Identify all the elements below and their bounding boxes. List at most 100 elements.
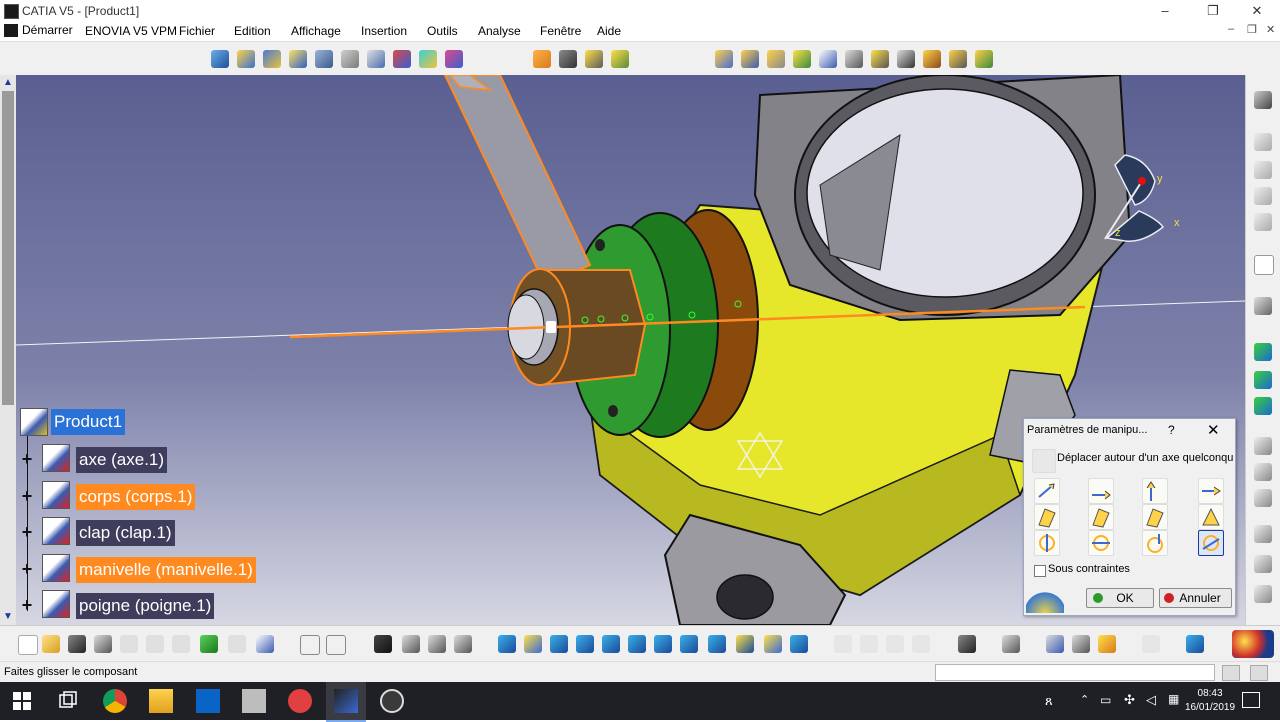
chrome-icon[interactable] (103, 689, 127, 713)
windows-start-icon[interactable] (11, 689, 35, 713)
table-icon[interactable] (374, 635, 392, 653)
zoom-in-icon[interactable] (602, 635, 620, 653)
translate-along-axis-icon[interactable] (1198, 478, 1224, 504)
update-icon[interactable] (1142, 635, 1160, 653)
rotate-y-icon[interactable] (1088, 530, 1114, 556)
snap-icon[interactable] (315, 50, 333, 68)
constraint-icon[interactable] (1254, 397, 1272, 415)
doc-close-button[interactable]: ✕ (1266, 23, 1275, 36)
scroll-down-icon[interactable]: ▼ (3, 611, 13, 622)
save-management-icon[interactable] (949, 50, 967, 68)
view-icon[interactable] (1254, 213, 1272, 231)
rotate-z-icon[interactable] (1142, 530, 1168, 556)
menu-aide[interactable]: Aide (597, 24, 621, 38)
file-explorer-icon[interactable] (149, 689, 173, 713)
text-icon[interactable] (1254, 555, 1272, 573)
new-document-icon[interactable] (18, 635, 38, 655)
new-part-icon[interactable] (237, 50, 255, 68)
move-icon[interactable] (793, 50, 811, 68)
options-gear-icon[interactable] (1254, 91, 1272, 109)
menu-affichage[interactable]: Affichage (291, 24, 341, 38)
menu-insertion[interactable]: Insertion (361, 24, 407, 38)
menu-demarrer[interactable]: Démarrer (0, 21, 79, 40)
numbering-icon[interactable] (897, 50, 915, 68)
section-icon[interactable] (1046, 635, 1064, 653)
analysis-icon[interactable] (1254, 463, 1272, 481)
assembly-constraint-icon[interactable] (211, 50, 229, 68)
design-table-icon[interactable] (454, 635, 472, 653)
disabled-tool-icon[interactable] (860, 635, 878, 653)
rotate-icon[interactable] (1254, 297, 1272, 315)
menu-fenetre[interactable]: Fenêtre (540, 24, 581, 38)
formula-icon[interactable] (300, 635, 320, 655)
disabled-tool-icon[interactable] (912, 635, 930, 653)
menu-analyse[interactable]: Analyse (478, 24, 521, 38)
network-icon[interactable]: ✣ (1124, 692, 1135, 708)
measure-icon[interactable] (1254, 525, 1272, 543)
coincidence-icon[interactable] (559, 50, 577, 68)
drive-icon[interactable] (242, 689, 266, 713)
tree-node-manivelle[interactable]: manivelle (manivelle.1) (76, 557, 256, 583)
move-along-axis-icon[interactable] (1032, 449, 1056, 473)
no-entry-icon[interactable] (288, 689, 312, 713)
select-arrow-icon[interactable] (1254, 255, 1274, 275)
reorder-icon[interactable] (819, 50, 837, 68)
catia-task-button[interactable] (326, 682, 366, 722)
outlook-icon[interactable] (196, 689, 220, 713)
scrollbar-thumb[interactable] (2, 91, 14, 405)
bill-of-material-icon[interactable] (445, 50, 463, 68)
keyboard-icon[interactable]: ▦ (1168, 692, 1179, 706)
zoom-out-icon[interactable] (628, 635, 646, 653)
translate-xz-plane-icon[interactable] (1142, 504, 1168, 530)
disabled-tool-icon[interactable] (886, 635, 904, 653)
catalog-browser-icon[interactable] (428, 635, 446, 653)
scroll-up-icon[interactable]: ▲ (3, 77, 13, 88)
doc-restore-button[interactable]: ❐ (1247, 23, 1257, 36)
ok-button[interactable]: OK (1086, 588, 1154, 608)
expand-icon[interactable]: + (20, 523, 34, 541)
distance-icon[interactable] (1072, 635, 1090, 653)
translate-yz-plane-icon[interactable] (1088, 504, 1114, 530)
copy-icon[interactable] (146, 635, 164, 653)
expand-icon[interactable]: + (20, 450, 34, 468)
rotate-around-axis-icon[interactable] (1198, 530, 1224, 556)
normal-view-icon[interactable] (654, 635, 672, 653)
analysis-icon[interactable] (1254, 437, 1272, 455)
whats-this-icon[interactable] (256, 635, 274, 653)
tree-node-axe[interactable]: axe (axe.1) (76, 447, 168, 473)
view-icon[interactable] (1254, 133, 1272, 151)
command-input[interactable] (935, 664, 1215, 681)
publish-icon[interactable] (923, 50, 941, 68)
volume-icon[interactable]: ◁ (1146, 692, 1156, 708)
task-view-icon[interactable] (56, 689, 80, 713)
viewport-vertical-scrollbar[interactable]: ▲ ▼ (0, 75, 16, 625)
knowledge-icon[interactable] (402, 635, 420, 653)
comment-icon[interactable] (326, 635, 346, 655)
dialog-close-button[interactable]: ✕ (1207, 421, 1220, 439)
rotate-view-icon[interactable] (576, 635, 594, 653)
analysis-icon[interactable] (1254, 489, 1272, 507)
undo-icon[interactable] (200, 635, 218, 653)
menu-edition[interactable]: Edition (234, 24, 271, 38)
fit-all-icon[interactable] (524, 635, 542, 653)
cancel-button[interactable]: Annuler (1159, 588, 1232, 608)
swap-visible-space-icon[interactable] (790, 635, 808, 653)
obs-icon[interactable] (380, 689, 404, 713)
translate-xy-plane-icon[interactable] (1034, 504, 1060, 530)
clash-icon[interactable] (1002, 635, 1020, 653)
scene-icon[interactable] (367, 50, 385, 68)
redo-icon[interactable] (228, 635, 246, 653)
expand-icon[interactable]: + (20, 487, 34, 505)
sketch-icon[interactable] (341, 50, 359, 68)
disabled-tool-icon[interactable] (834, 635, 852, 653)
battery-icon[interactable]: ▭ (1100, 693, 1111, 707)
tree-node-corps[interactable]: corps (corps.1) (76, 484, 196, 510)
print-icon[interactable] (1254, 585, 1272, 603)
material-icon[interactable] (1186, 635, 1204, 653)
contact-icon[interactable] (585, 50, 603, 68)
manipulate-icon[interactable] (289, 50, 307, 68)
status-panel-icon[interactable] (1250, 665, 1268, 681)
capture-icon[interactable] (958, 635, 976, 653)
translate-in-plane-icon[interactable] (1198, 504, 1224, 530)
people-icon[interactable]: ጸ (1045, 693, 1053, 709)
